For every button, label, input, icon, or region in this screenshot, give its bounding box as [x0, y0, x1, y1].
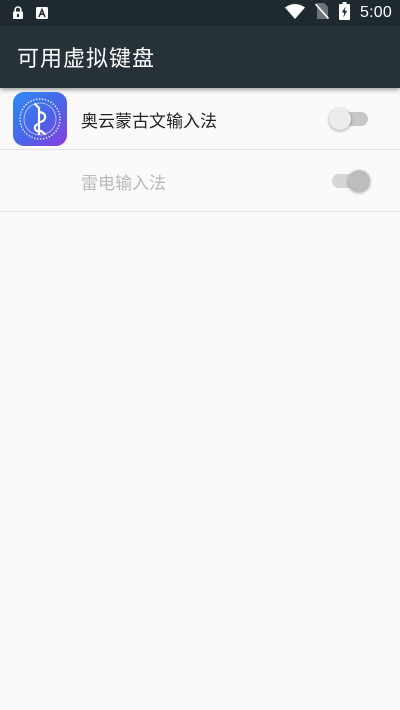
- battery-charging-icon: [339, 2, 351, 24]
- input-method-label: 奥云蒙古文输入法: [81, 111, 217, 132]
- status-time: 5:00: [360, 4, 392, 21]
- status-bar-right: 5:00: [285, 2, 392, 24]
- app-bar: 可用虚拟键盘: [0, 26, 400, 88]
- toggle-thumb: [348, 169, 370, 192]
- mongolian-ime-app-icon: [13, 92, 67, 146]
- input-method-label: 雷电输入法: [81, 173, 166, 194]
- toggle-thumb: [329, 107, 351, 130]
- input-method-row-mongolian[interactable]: 奥云蒙古文输入法: [0, 88, 400, 150]
- mongolian-ime-toggle[interactable]: [329, 107, 370, 130]
- status-bar: 5:00: [0, 0, 400, 26]
- input-method-row-leidian: 雷电输入法: [0, 150, 400, 212]
- no-sim-icon: [314, 3, 330, 23]
- leidian-ime-toggle: [332, 169, 370, 192]
- keyboard-a-icon: [36, 4, 48, 23]
- input-method-list: 奥云蒙古文输入法 雷电输入法: [0, 88, 400, 212]
- lock-icon: [12, 4, 24, 23]
- wifi-icon: [285, 3, 306, 23]
- page-title: 可用虚拟键盘: [17, 47, 156, 72]
- status-bar-left: [12, 4, 48, 23]
